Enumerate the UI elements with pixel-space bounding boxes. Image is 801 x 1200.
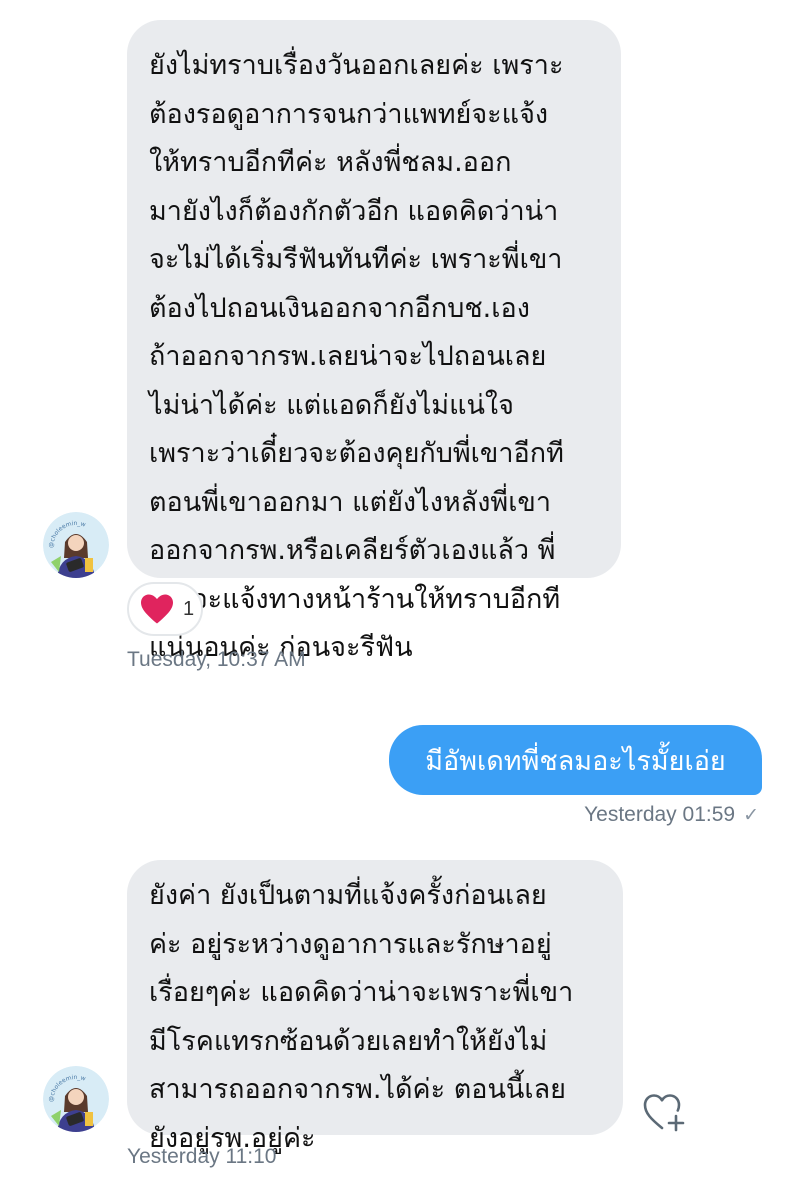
sent-check-icon: ✓ [743,805,759,826]
message-line: เขาจะแจ้งทางหน้าร้านให้ทราบอีกที [149,583,561,615]
message-line: ถ้าออกจากรพ.เลยน่าจะไปถอนเลย [149,341,547,372]
message-line: เรื่อยๆค่ะ แอดคิดว่าน่าจะเพราะพี่เขา [149,977,574,1008]
message-line: ให้ทราบอีกทีค่ะ หลังพี่ชลม.ออก [149,147,512,178]
message-timestamp: Tuesday, 10:37 AM [127,648,306,671]
avatar[interactable]: @choleemin_w [43,512,109,578]
message-line: เพราะว่าเดี๋ยวจะต้องคุยกับพี่เขาอีกที [149,438,564,469]
avatar-illustration: @choleemin_w [43,1066,109,1132]
message-line: สามารถออกจากรพ.ได้ค่ะ ตอนนี้เลย [149,1074,566,1105]
avatar-illustration: @choleemin_w [43,512,109,578]
message-text: มีอัพเดทพี่ชลมอะไรมั้ยเอ่ย [425,745,726,777]
outgoing-timestamp: Yesterday 01:59 ✓ [584,803,759,827]
reaction-badge[interactable]: 1 [127,582,203,636]
message-line: ต้องรอดูอาการจนกว่าแพทย์จะแจ้ง [149,98,549,130]
heart-plus-icon [643,1094,685,1132]
message-line: ต้องไปถอนเงินออกจากอีกบช.เอง [149,292,530,324]
message-line: จะไม่ได้เริ่มรีฟันทันทีค่ะ เพราะพี่เขา [149,244,563,275]
reaction-count: 1 [183,597,195,620]
incoming-message-bubble[interactable]: ยังไม่ทราบเรื่องวันออกเลยค่ะ เพราะ ต้องร… [127,20,621,663]
message-timestamp: Yesterday 11:10 [127,1145,277,1168]
message-line: มีโรคแทรกซ้อนด้วยเลยทำให้ยังไม่ [149,1025,548,1057]
message-line: ตอนพี่เขาออกมา แต่ยังไงหลังพี่เขา [149,486,552,518]
message-line: ยังไม่ทราบเรื่องวันออกเลยค่ะ เพราะ [149,50,564,81]
message-line: มายังไงก็ต้องกักตัวอีก แอดคิดว่าน่า [149,195,559,227]
incoming-message-bubble[interactable]: ยังค่า ยังเป็นตามที่แจ้งครั้งก่อนเลย ค่ะ… [127,860,623,1154]
outgoing-message-bubble[interactable]: มีอัพเดทพี่ชลมอะไรมั้ยเอ่ย [389,725,762,795]
message-line: ยังค่า ยังเป็นตามที่แจ้งครั้งก่อนเลย [149,880,547,911]
add-reaction-button[interactable] [642,1090,686,1134]
message-line: ค่ะ อยู่ระหว่างดูอาการและรักษาอยู่ [149,928,552,960]
message-timestamp: Yesterday 01:59 [584,803,736,826]
avatar[interactable]: @choleemin_w [43,1066,109,1132]
message-line: ไม่น่าได้ค่ะ แต่แอดก็ยังไม่แน่ใจ [149,389,514,421]
heart-icon [141,594,173,624]
message-line: ออกจากรพ.หรือเคลียร์ตัวเองแล้ว พี่ [149,535,556,566]
